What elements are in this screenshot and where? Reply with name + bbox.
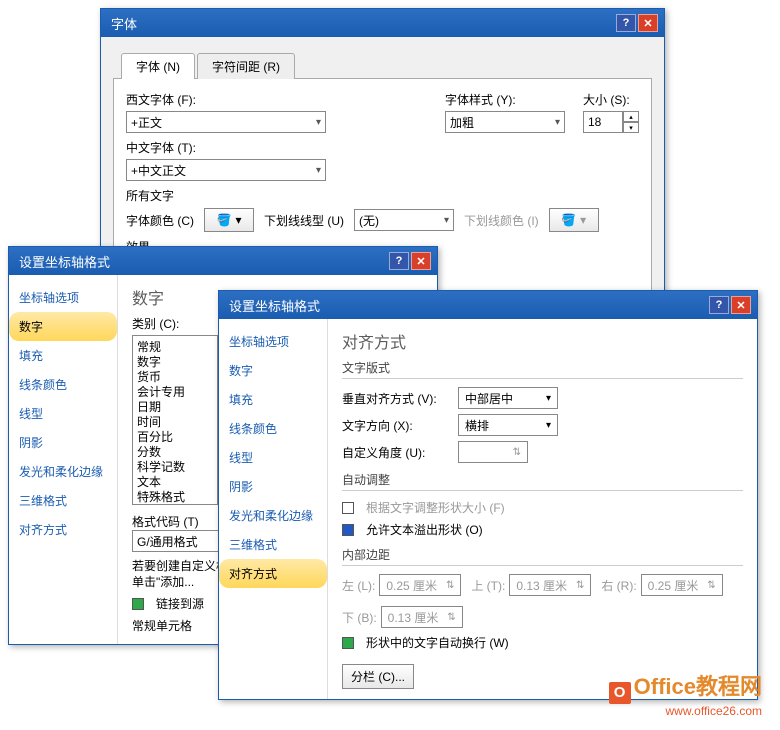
autofit-group-label: 自动调整 [342, 471, 743, 488]
chevron-down-icon: ▾ [546, 393, 551, 404]
margin-bottom-label: 下 (B): [342, 609, 377, 626]
margin-bottom-spinner: 0.13 厘米⇅ [381, 606, 463, 628]
font-style-combo[interactable]: 加粗▾ [445, 111, 565, 133]
underline-color-button: 🪣▾ [549, 208, 599, 232]
spin-up-icon[interactable]: ▴ [623, 111, 639, 122]
font-style-label: 字体样式 (Y): [445, 91, 565, 108]
font-size-spinner[interactable]: 18 ▴▾ [583, 111, 639, 133]
nav-glow[interactable]: 发光和柔化边缘 [9, 457, 117, 486]
chevron-down-icon: ▾ [546, 420, 551, 431]
panel-heading: 对齐方式 [342, 329, 743, 353]
wrap-checkbox[interactable]: 形状中的文字自动换行 (W) [342, 634, 743, 651]
inner-margin-group-label: 内部边距 [342, 546, 743, 563]
western-font-combo[interactable]: +正文▾ [126, 111, 326, 133]
nav-shadow[interactable]: 阴影 [9, 428, 117, 457]
underline-style-combo[interactable]: (无)▾ [354, 209, 454, 231]
margin-right-spinner: 0.25 厘米⇅ [641, 574, 723, 596]
titlebar[interactable]: 字体 ? ✕ [101, 9, 664, 37]
nav-line-color[interactable]: 线条颜色 [219, 414, 327, 443]
dialog-title: 设置坐标轴格式 [19, 252, 387, 271]
nav-line-color[interactable]: 线条颜色 [9, 370, 117, 399]
margin-top-spinner: 0.13 厘米⇅ [509, 574, 591, 596]
chevron-down-icon: ▾ [316, 117, 321, 128]
nav-alignment[interactable]: 对齐方式 [9, 515, 117, 544]
custom-angle-label: 自定义角度 (U): [342, 444, 452, 461]
titlebar[interactable]: 设置坐标轴格式 ? ✕ [9, 247, 437, 275]
nav-3d-format[interactable]: 三维格式 [9, 486, 117, 515]
nav-shadow[interactable]: 阴影 [219, 472, 327, 501]
asian-font-combo[interactable]: +中文正文▾ [126, 159, 326, 181]
nav-axis-options[interactable]: 坐标轴选项 [9, 283, 117, 312]
nav-number[interactable]: 数字 [219, 356, 327, 385]
nav-fill[interactable]: 填充 [9, 341, 117, 370]
text-direction-combo[interactable]: 横排▾ [458, 414, 558, 436]
help-button[interactable]: ? [616, 14, 636, 32]
watermark: OOffice教程网 www.office26.com [609, 669, 762, 718]
dialog-title: 字体 [111, 14, 614, 33]
overflow-checkbox[interactable]: 允许文本溢出形状 (O) [342, 521, 743, 538]
nav-panel: 坐标轴选项 数字 填充 线条颜色 线型 阴影 发光和柔化边缘 三维格式 对齐方式 [219, 319, 327, 699]
dialog-body: 坐标轴选项 数字 填充 线条颜色 线型 阴影 发光和柔化边缘 三维格式 对齐方式… [219, 319, 757, 699]
underline-style-label: 下划线线型 (U) [264, 212, 344, 229]
category-listbox[interactable]: 常规 数字 货币 会计专用 日期 时间 百分比 分数 科学记数 文本 特殊格式 … [132, 335, 218, 505]
chevron-down-icon: ▾ [580, 213, 586, 227]
underline-color-label: 下划线颜色 (I) [464, 212, 539, 229]
margin-left-spinner: 0.25 厘米⇅ [379, 574, 461, 596]
vertical-alignment-label: 垂直对齐方式 (V): [342, 390, 452, 407]
nav-glow[interactable]: 发光和柔化边缘 [219, 501, 327, 530]
content-panel: 对齐方式 文字版式 垂直对齐方式 (V): 中部居中▾ 文字方向 (X): 横排… [327, 319, 757, 699]
text-direction-label: 文字方向 (X): [342, 417, 452, 434]
nav-number[interactable]: 数字 [9, 312, 117, 341]
close-button[interactable]: ✕ [731, 296, 751, 314]
tab-font[interactable]: 字体 (N) [121, 53, 195, 79]
titlebar[interactable]: 设置坐标轴格式 ? ✕ [219, 291, 757, 319]
margin-top-label: 上 (T): [471, 577, 505, 594]
nav-3d-format[interactable]: 三维格式 [219, 530, 327, 559]
paint-bucket-icon: 🪣 [217, 213, 232, 227]
dialog-title: 设置坐标轴格式 [229, 296, 707, 315]
text-layout-group-label: 文字版式 [342, 359, 743, 376]
office-logo-icon: O [609, 682, 631, 704]
spin-down-icon[interactable]: ▾ [623, 122, 639, 133]
help-button[interactable]: ? [389, 252, 409, 270]
help-button[interactable]: ? [709, 296, 729, 314]
nav-alignment[interactable]: 对齐方式 [219, 559, 327, 588]
western-font-label: 西文字体 (F): [126, 91, 427, 108]
chevron-down-icon: ▾ [444, 215, 449, 226]
all-text-label: 所有文字 [126, 187, 639, 204]
vertical-alignment-combo[interactable]: 中部居中▾ [458, 387, 558, 409]
nav-fill[interactable]: 填充 [219, 385, 327, 414]
spin-arrows-icon: ⇅ [513, 447, 521, 458]
custom-angle-spinner: ⇅ [458, 441, 528, 463]
format-axis-dialog-alignment: 设置坐标轴格式 ? ✕ 坐标轴选项 数字 填充 线条颜色 线型 阴影 发光和柔化… [218, 290, 758, 700]
close-button[interactable]: ✕ [411, 252, 431, 270]
tab-spacing[interactable]: 字符间距 (R) [197, 53, 295, 79]
nav-panel: 坐标轴选项 数字 填充 线条颜色 线型 阴影 发光和柔化边缘 三维格式 对齐方式 [9, 275, 117, 644]
font-color-label: 字体颜色 (C) [126, 212, 194, 229]
asian-font-label: 中文字体 (T): [126, 139, 639, 156]
resize-shape-checkbox: 根据文字调整形状大小 (F) [342, 499, 743, 516]
nav-line-style[interactable]: 线型 [219, 443, 327, 472]
chevron-down-icon: ▾ [235, 213, 241, 227]
tab-strip: 字体 (N) 字符间距 (R) [113, 45, 652, 79]
columns-button[interactable]: 分栏 (C)... [342, 664, 414, 689]
chevron-down-icon: ▾ [555, 117, 560, 128]
font-size-label: 大小 (S): [583, 91, 639, 108]
nav-line-style[interactable]: 线型 [9, 399, 117, 428]
paint-bucket-icon: 🪣 [561, 213, 576, 227]
margin-right-label: 右 (R): [601, 577, 636, 594]
close-button[interactable]: ✕ [638, 14, 658, 32]
font-color-button[interactable]: 🪣▾ [204, 208, 254, 232]
nav-axis-options[interactable]: 坐标轴选项 [219, 327, 327, 356]
chevron-down-icon: ▾ [316, 165, 321, 176]
margin-left-label: 左 (L): [342, 577, 375, 594]
